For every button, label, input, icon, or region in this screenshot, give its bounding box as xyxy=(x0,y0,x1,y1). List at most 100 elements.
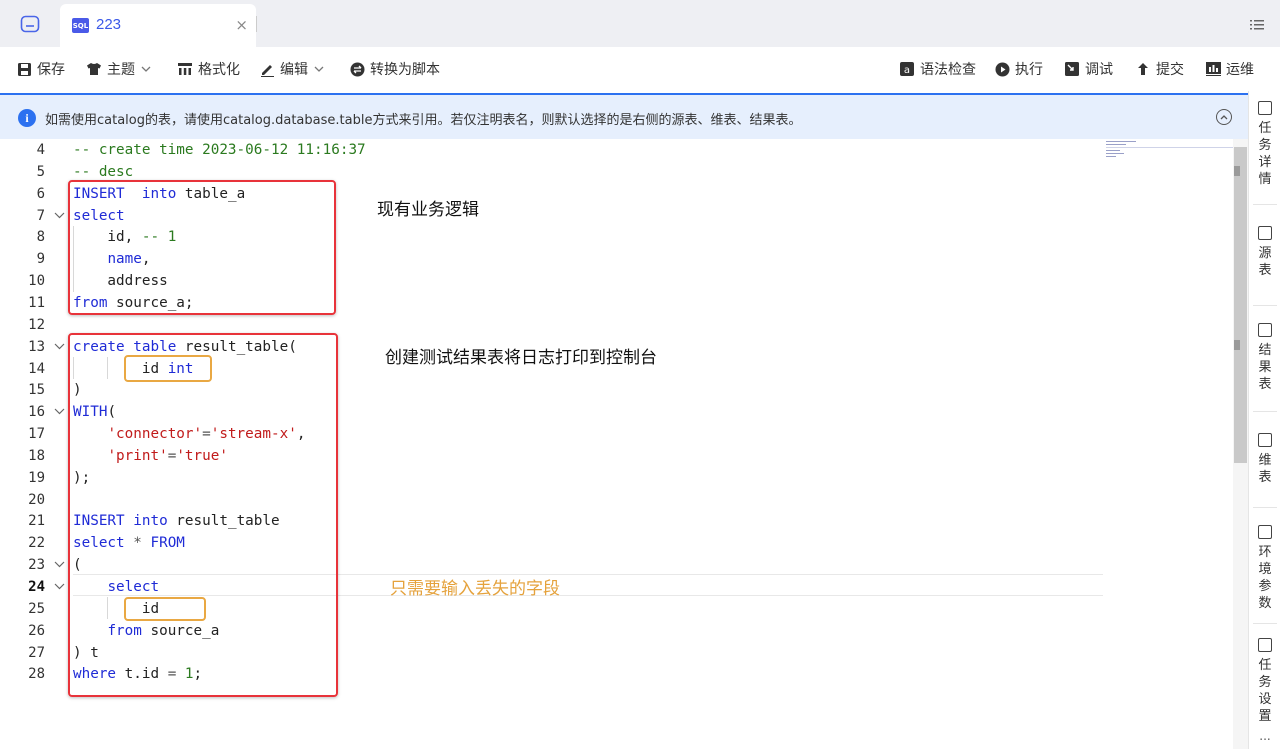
side-tab-task-settings[interactable]: 任务设置 xyxy=(1249,638,1280,725)
info-banner: i 如需使用catalog的表，请使用catalog.database.tabl… xyxy=(0,93,1248,139)
source-table-icon xyxy=(1258,226,1272,240)
debug-button[interactable]: 调试 xyxy=(1064,59,1113,79)
vertical-scrollbar-thumb[interactable] xyxy=(1234,147,1247,463)
side-tab-result-table[interactable]: 结果表 xyxy=(1249,323,1280,393)
code-token: -- create time 2023-06-12 11:16:37 xyxy=(73,142,366,158)
fold-chevron-icon[interactable] xyxy=(54,401,65,423)
format-label: 格式化 xyxy=(198,62,240,78)
run-button[interactable]: 执行 xyxy=(994,59,1043,79)
info-icon: i xyxy=(18,109,36,127)
annotation-create-result-table: 创建测试结果表将日志打印到控制台 xyxy=(385,348,657,368)
line-number: 26 xyxy=(28,622,45,639)
annotation-missing-fields: 只需要输入丢失的字段 xyxy=(390,579,560,599)
fold-chevron-icon[interactable] xyxy=(54,576,65,598)
theme-label: 主题 xyxy=(107,62,135,78)
list-icon xyxy=(1250,20,1264,30)
line-number: 10 xyxy=(28,273,45,290)
tab-title: 223 xyxy=(96,16,122,33)
format-button[interactable]: 格式化 xyxy=(177,59,240,79)
side-tab-source-table[interactable]: 源表 xyxy=(1249,226,1280,279)
dimension-table-icon xyxy=(1258,433,1272,447)
line-number: 5 xyxy=(36,163,45,180)
line-number: 15 xyxy=(28,382,45,399)
line-number: 18 xyxy=(28,447,45,464)
side-more-button[interactable]: ... xyxy=(1249,729,1280,743)
edit-dropdown[interactable]: 编辑 xyxy=(259,59,324,79)
line-number: 23 xyxy=(28,557,45,574)
save-label: 保存 xyxy=(37,62,65,78)
save-button[interactable]: 保存 xyxy=(16,59,65,79)
line-number: 8 xyxy=(36,229,45,246)
sql-code-editor[interactable]: 4 5 6 7 8 9 10 11 12 13 14 15 16 17 18 19 20 21 22 23 24 25 26… xyxy=(0,139,1248,749)
task-settings-icon xyxy=(1258,638,1272,652)
line-number: 25 xyxy=(28,600,45,617)
fold-chevron-icon[interactable] xyxy=(54,336,65,358)
line-number: 6 xyxy=(36,185,45,202)
line-number: 22 xyxy=(28,535,45,552)
line-number: 21 xyxy=(28,513,45,530)
annotation-existing-logic: 现有业务逻辑 xyxy=(377,200,479,220)
ops-chart-icon xyxy=(1205,61,1221,77)
side-tab-label: 结果表 xyxy=(1258,343,1272,392)
line-number: 11 xyxy=(28,294,45,311)
shirt-icon xyxy=(86,61,102,77)
line-number: 20 xyxy=(28,491,45,508)
convert-icon xyxy=(349,61,365,77)
line-number: 9 xyxy=(36,251,45,268)
info-banner-text: 如需使用catalog的表，请使用catalog.database.table方… xyxy=(45,113,802,128)
convert-label: 转换为脚本 xyxy=(370,62,440,78)
collapse-banner-button[interactable] xyxy=(1216,109,1232,125)
chevron-down-icon xyxy=(141,64,151,75)
ops-button[interactable]: 运维 xyxy=(1205,59,1254,79)
format-icon xyxy=(177,61,193,77)
side-tab-label: 维表 xyxy=(1258,453,1272,485)
submit-label: 提交 xyxy=(1156,62,1184,78)
chevron-down-icon xyxy=(314,64,324,75)
home-button[interactable] xyxy=(16,10,44,38)
theme-dropdown[interactable]: 主题 xyxy=(86,59,151,79)
convert-to-script-button[interactable]: 转换为脚本 xyxy=(349,59,440,79)
pencil-icon xyxy=(259,61,275,77)
side-tab-dimension-table[interactable]: 维表 xyxy=(1249,433,1280,486)
field-id-int-highlight xyxy=(124,355,212,382)
line-number-gutter: 4 5 6 7 8 9 10 11 12 13 14 15 16 17 18 19 20 21 22 23 24 25 26… xyxy=(0,139,70,749)
existing-logic-highlight-box xyxy=(68,180,336,315)
side-tab-label: 任务详情 xyxy=(1258,121,1272,187)
home-icon xyxy=(20,15,40,33)
debug-icon xyxy=(1064,61,1080,77)
debug-label: 调试 xyxy=(1085,62,1113,78)
line-number: 7 xyxy=(36,207,45,224)
code-token: -- desc xyxy=(73,163,134,180)
line-number: 12 xyxy=(28,316,45,333)
line-number: 19 xyxy=(28,469,45,486)
right-side-panel: 任务详情 源表 结果表 维表 环境参数 任务设置 ... xyxy=(1248,91,1280,749)
svg-text:a: a xyxy=(904,65,910,76)
line-number: 4 xyxy=(36,142,45,158)
line-number: 28 xyxy=(28,666,45,683)
document-icon xyxy=(1258,101,1272,115)
minimap[interactable] xyxy=(1106,139,1234,169)
chevron-up-icon xyxy=(1220,114,1228,119)
submit-button[interactable]: 提交 xyxy=(1135,59,1184,79)
side-tab-label: 源表 xyxy=(1258,246,1272,278)
fold-chevron-icon[interactable] xyxy=(54,554,65,576)
side-tab-task-details[interactable]: 任务详情 xyxy=(1249,101,1280,188)
code-line[interactable]: -- create time 2023-06-12 11:16:37 xyxy=(73,139,366,161)
line-number: 16 xyxy=(28,404,45,421)
side-tab-label: 任务设置 xyxy=(1258,658,1272,724)
test-result-highlight-box xyxy=(68,333,338,697)
tab-sql-223[interactable]: SQL 223 × xyxy=(60,4,256,47)
scrollbar-marker xyxy=(1234,340,1240,350)
line-number: 24 xyxy=(28,579,45,595)
side-tab-env-params[interactable]: 环境参数 xyxy=(1249,525,1280,612)
tab-divider xyxy=(256,16,257,32)
sql-file-icon: SQL xyxy=(72,18,89,33)
close-icon[interactable]: × xyxy=(235,16,248,34)
list-menu-button[interactable] xyxy=(1250,16,1264,35)
syntax-check-button[interactable]: a 语法检查 xyxy=(899,59,976,79)
line-number: 27 xyxy=(28,644,45,661)
line-number: 14 xyxy=(28,360,45,377)
line-number: 13 xyxy=(28,338,45,355)
result-table-icon xyxy=(1258,323,1272,337)
fold-chevron-icon[interactable] xyxy=(54,205,65,227)
